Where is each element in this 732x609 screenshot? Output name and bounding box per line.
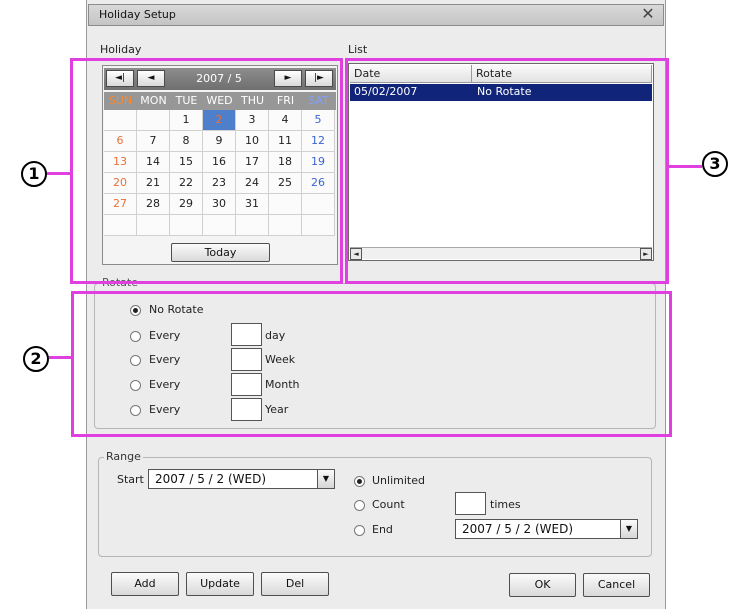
start-label: Start <box>117 473 144 486</box>
annotation-line-1 <box>47 172 72 175</box>
end-date-value: 2007 / 5 / 2 (WED) <box>462 522 574 536</box>
range-unlimited-label: Unlimited <box>372 474 425 487</box>
range-end-label: End <box>372 523 393 536</box>
range-count-radio[interactable] <box>354 500 365 511</box>
callout-3: 3 <box>702 151 728 177</box>
start-date-select[interactable]: 2007 / 5 / 2 (WED) ▼ <box>148 469 335 489</box>
del-button[interactable]: Del <box>261 572 329 596</box>
range-group-label: Range <box>104 450 143 463</box>
add-button[interactable]: Add <box>111 572 179 596</box>
cancel-button[interactable]: Cancel <box>583 573 650 597</box>
range-end-radio[interactable] <box>354 525 365 536</box>
close-icon[interactable]: ✕ <box>639 6 657 24</box>
window-title: Holiday Setup <box>99 8 176 21</box>
list-section-label: List <box>348 43 368 56</box>
title-bar: Holiday Setup ✕ <box>88 4 664 26</box>
count-input[interactable] <box>455 492 486 515</box>
callout-1: 1 <box>21 161 47 187</box>
ok-button[interactable]: OK <box>509 573 576 597</box>
update-button[interactable]: Update <box>186 572 254 596</box>
range-unlimited-radio[interactable] <box>354 476 365 487</box>
range-count-label: Count <box>372 498 405 511</box>
chevron-down-icon[interactable]: ▼ <box>317 470 334 488</box>
holiday-section-label: Holiday <box>100 43 142 56</box>
start-date-value: 2007 / 5 / 2 (WED) <box>155 472 267 486</box>
annotation-line-3 <box>668 165 702 168</box>
annotation-line-2 <box>49 356 73 359</box>
annotation-box-3 <box>345 58 669 284</box>
callout-2: 2 <box>23 346 49 372</box>
chevron-down-icon[interactable]: ▼ <box>620 520 637 538</box>
count-unit-label: times <box>490 498 521 511</box>
annotation-box-1 <box>70 58 343 284</box>
end-date-select[interactable]: 2007 / 5 / 2 (WED) ▼ <box>455 519 638 539</box>
annotation-box-2 <box>71 291 672 437</box>
